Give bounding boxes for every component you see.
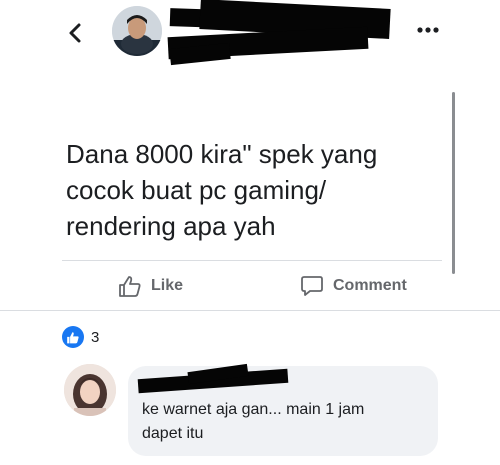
like-button[interactable]: Like xyxy=(118,272,183,300)
post-header xyxy=(0,0,500,70)
person-photo xyxy=(64,364,116,416)
back-button[interactable] xyxy=(66,22,86,44)
thumbs-up-icon xyxy=(119,276,141,297)
reaction-summary[interactable]: 3 xyxy=(62,326,99,348)
reaction-count: 3 xyxy=(91,328,100,346)
comment-bubble-icon xyxy=(301,276,323,296)
comment-text: ke warnet aja gan... main 1 jam dapet it… xyxy=(142,401,365,442)
post-divider xyxy=(62,260,442,261)
comment-label: Comment xyxy=(333,277,407,294)
more-horizontal-icon xyxy=(417,27,439,33)
chevron-left-icon xyxy=(69,23,81,43)
person-photo xyxy=(112,6,162,56)
more-options-button[interactable] xyxy=(416,22,440,38)
actions-divider xyxy=(0,310,500,311)
author-avatar[interactable] xyxy=(112,6,162,56)
comment-bubble[interactable]: ke warnet aja gan... main 1 jam dapet it… xyxy=(128,363,438,456)
like-reaction-badge xyxy=(62,326,84,348)
commenter-avatar[interactable] xyxy=(64,364,116,416)
scrollbar[interactable] xyxy=(452,92,455,274)
like-label: Like xyxy=(151,277,184,294)
post-body-text: Dana 8000 kira" spek yang cocok buat pc … xyxy=(66,139,378,241)
thumbs-up-icon xyxy=(67,331,79,343)
comment-button[interactable]: Comment xyxy=(300,272,407,300)
